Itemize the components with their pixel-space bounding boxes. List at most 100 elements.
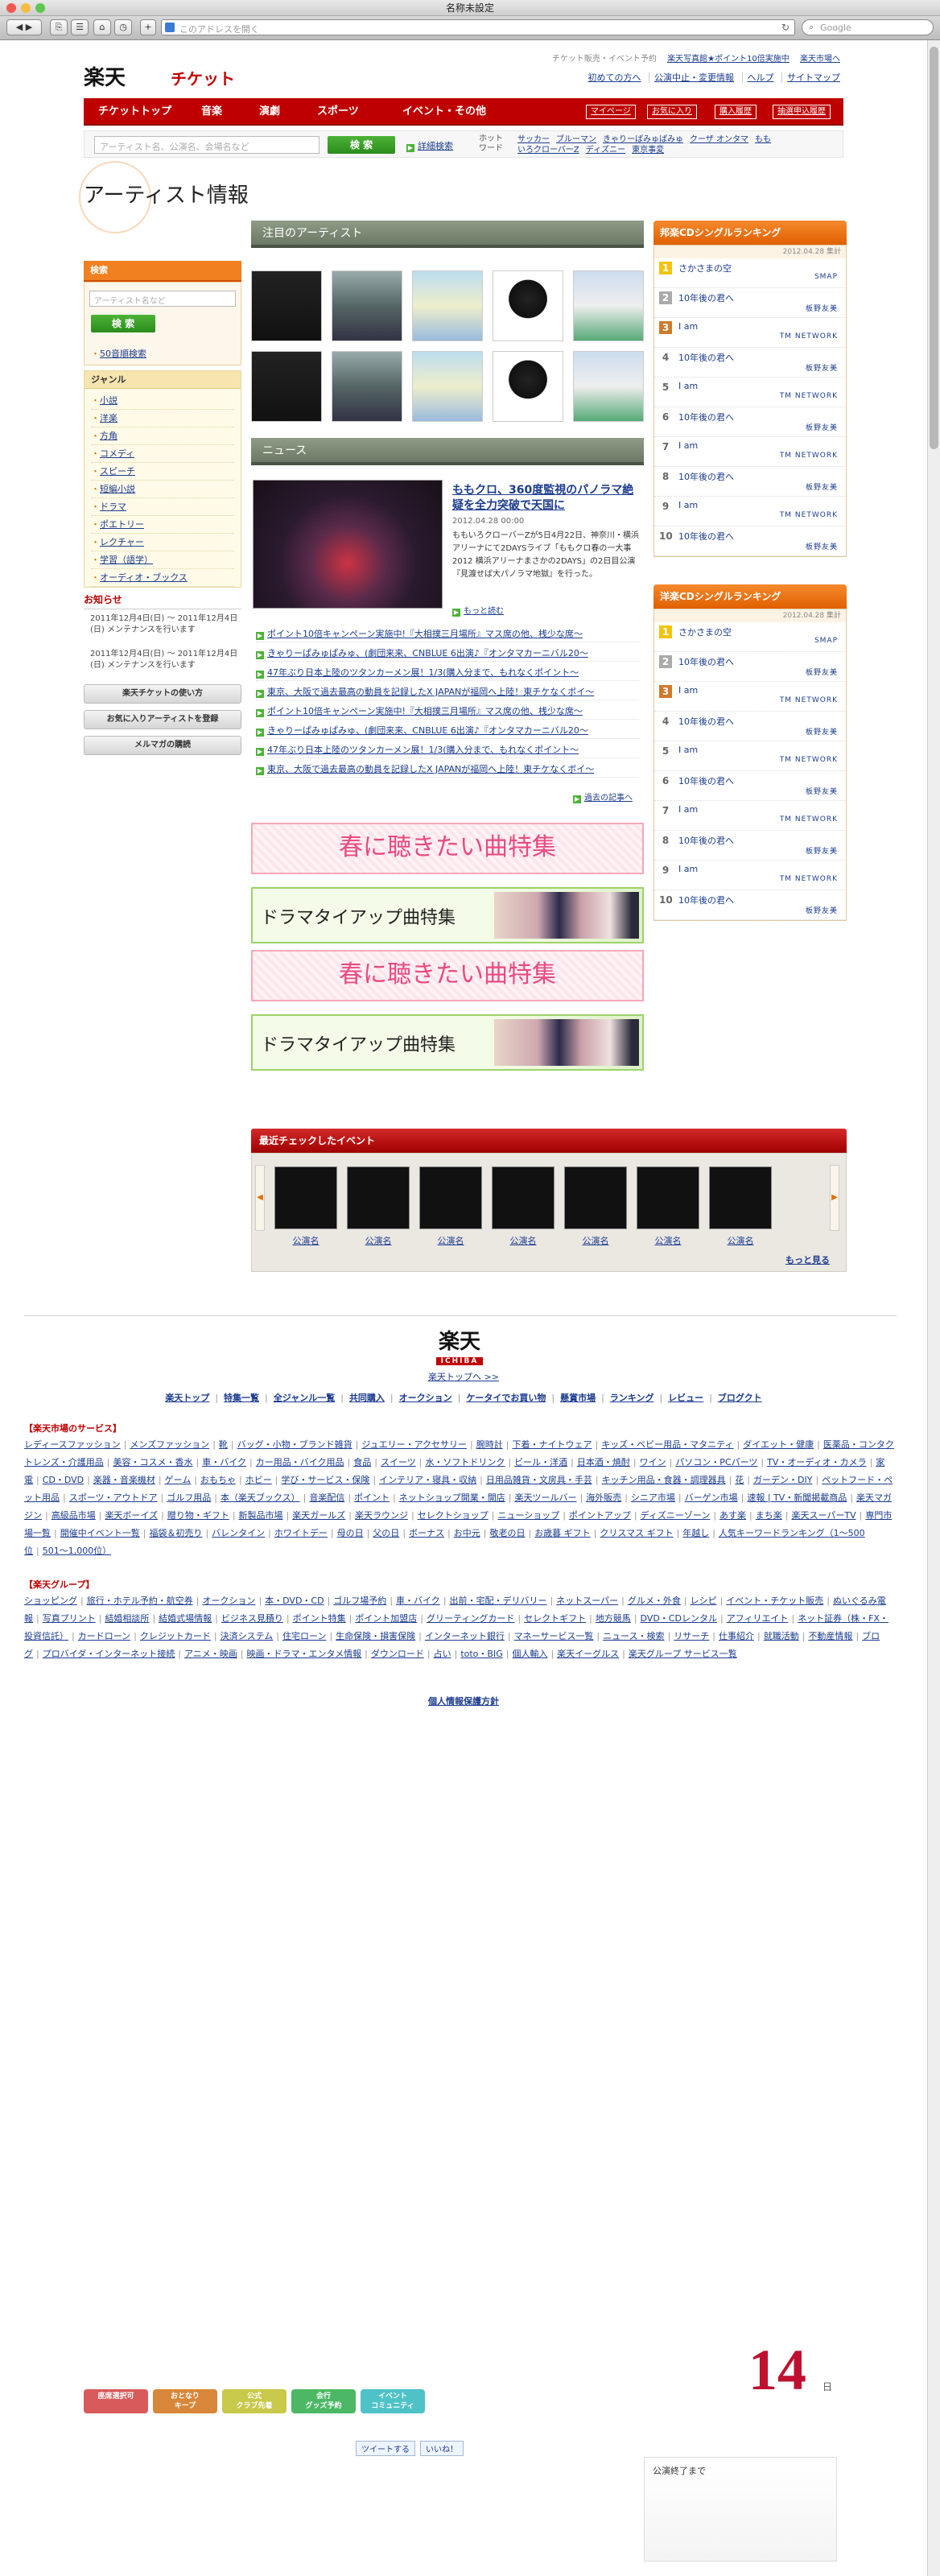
- ranking-artist[interactable]: TM NETWORK: [780, 392, 838, 400]
- market-link[interactable]: 年越し: [682, 1528, 709, 1538]
- event-name[interactable]: 公演名: [419, 1234, 482, 1247]
- footer-nav-link[interactable]: オークション: [399, 1393, 452, 1403]
- news-list-item[interactable]: ▶ 47年ぶり日本上陸のツタンカーメン展！1/3(購入分まで、もれなくポイント〜: [256, 665, 639, 681]
- group-link[interactable]: プロバイダ・インターネット接続: [43, 1649, 175, 1659]
- artist-search-button[interactable]: 検 索: [91, 315, 155, 332]
- privacy-policy-link[interactable]: 個人情報保護方針: [0, 1695, 927, 1707]
- ranking-song[interactable]: I am: [678, 321, 698, 332]
- group-link[interactable]: リサーチ: [674, 1631, 709, 1641]
- subnav-cancel-info[interactable]: 公演中止・変更情報: [649, 72, 734, 83]
- ranking-item[interactable]: 6 10年後の君へ 板野友美: [654, 771, 846, 801]
- artist-thumbnail[interactable]: [332, 270, 402, 341]
- market-link[interactable]: キッチン用品・食器・調理器具: [602, 1475, 726, 1485]
- genre-item[interactable]: ・ポエトリー: [91, 516, 234, 534]
- subnav-help[interactable]: ヘルプ: [741, 72, 774, 83]
- hotword-link[interactable]: ブルーマン: [556, 135, 596, 144]
- register-favorite-artist-button[interactable]: お気に入りアーティストを登録: [84, 710, 241, 729]
- group-link[interactable]: イベント・チケット販売: [726, 1596, 823, 1606]
- genre-item[interactable]: ・レクチャー: [91, 534, 234, 551]
- market-link[interactable]: おもちゃ: [200, 1475, 236, 1485]
- genre-item[interactable]: ・方角: [91, 427, 234, 445]
- market-link[interactable]: カー用品・バイク用品: [256, 1457, 344, 1468]
- footer-nav-link[interactable]: レビュー: [668, 1393, 703, 1403]
- fifty-sound-search-link[interactable]: ・50音順検索: [91, 347, 146, 360]
- footer-nav-link[interactable]: ランキング: [610, 1393, 654, 1403]
- see-more-link[interactable]: もっと見る: [785, 1253, 830, 1266]
- event-name[interactable]: 公演名: [709, 1234, 772, 1247]
- spring-songs-banner[interactable]: 春に聴きたい曲特集: [251, 823, 644, 874]
- market-link[interactable]: 楽天スーパーTV: [791, 1510, 855, 1521]
- market-link[interactable]: ダイエット・健康: [743, 1439, 814, 1450]
- genre-item[interactable]: ・洋楽: [91, 410, 234, 427]
- hotword-link[interactable]: もも: [755, 135, 771, 144]
- group-link[interactable]: ポイント特集: [293, 1613, 346, 1624]
- news-list-item[interactable]: ▶ きゃりーぱみゅぱみゅ、(劇団来来、CNBLUE 6出演♪『オンタマカーニバル2…: [256, 646, 639, 662]
- market-link[interactable]: 贈り物・ギフト: [167, 1510, 229, 1521]
- footer-nav-link[interactable]: 懸賞市場: [560, 1393, 596, 1403]
- group-link[interactable]: グルメ・外食: [628, 1596, 681, 1606]
- group-link[interactable]: レシピ: [691, 1596, 717, 1606]
- market-link[interactable]: 501〜1,000位）: [43, 1546, 112, 1556]
- reload-icon[interactable]: ↻: [781, 22, 790, 33]
- market-link[interactable]: 美容・コスメ・香水: [113, 1457, 193, 1468]
- detail-search-link[interactable]: ▶ 詳細検索: [406, 139, 453, 152]
- close-window-button[interactable]: [6, 3, 16, 13]
- group-link[interactable]: クレジットカード: [140, 1631, 211, 1641]
- group-link[interactable]: 写真プリント: [43, 1613, 96, 1624]
- history-icon[interactable]: ◷: [114, 19, 132, 35]
- market-link[interactable]: スイーツ: [381, 1457, 416, 1468]
- group-link[interactable]: 個人輸入: [512, 1649, 547, 1659]
- like-button[interactable]: いいね！: [420, 2441, 464, 2456]
- hotword-link[interactable]: 東京事変: [632, 146, 664, 155]
- event-name[interactable]: 公演名: [274, 1234, 337, 1247]
- keyword-input[interactable]: アーティスト名、公演名、会場名など: [94, 136, 320, 154]
- tweet-button[interactable]: ツイートする: [356, 2441, 415, 2456]
- vertical-scrollbar[interactable]: [927, 40, 940, 2576]
- hotword-link[interactable]: いろクローバーZ: [517, 146, 579, 155]
- ranking-artist[interactable]: 板野友美: [806, 845, 838, 856]
- ranking-artist[interactable]: 板野友美: [806, 303, 838, 313]
- market-link[interactable]: 福袋＆初売り: [149, 1528, 202, 1538]
- news-list-item[interactable]: ▶ 東京、大阪で過去最高の動員を記録したX JAPANが福岡へ上陸！東チケなくボイ…: [256, 684, 639, 700]
- feature-badge[interactable]: おとなり キープ: [153, 2389, 217, 2413]
- ranking-item[interactable]: 10 10年後の君へ 板野友美: [654, 526, 846, 556]
- ranking-item[interactable]: 5 I am TM NETWORK: [654, 741, 846, 771]
- ranking-song[interactable]: 10年後の君へ: [678, 715, 734, 728]
- spring-songs-banner[interactable]: 春に聴きたい曲特集: [251, 950, 644, 1001]
- ranking-artist[interactable]: SMAP: [814, 273, 838, 281]
- news-headline[interactable]: ももクロ、360度監視のパノラマ絶疑を全力突破で天国に: [452, 483, 642, 514]
- ranking-song[interactable]: I am: [678, 864, 698, 874]
- gnav-events[interactable]: イベント・その他: [402, 98, 486, 126]
- group-link[interactable]: 地方競馬: [596, 1613, 631, 1624]
- market-link[interactable]: 本（楽天ブックス）: [221, 1492, 300, 1503]
- group-link[interactable]: 仕事紹介: [719, 1631, 754, 1641]
- bookmark-icon[interactable]: ⎘: [50, 19, 68, 35]
- group-link[interactable]: 出前・宅配・デリバリー: [450, 1596, 547, 1606]
- market-link[interactable]: TV・オーディオ・カメラ: [767, 1457, 866, 1468]
- hotword-link[interactable]: クーザ オンタマ: [690, 135, 748, 144]
- ranking-artist[interactable]: 板野友美: [806, 726, 838, 737]
- market-link[interactable]: 車・バイク: [202, 1457, 246, 1468]
- group-link[interactable]: ビジネス見積り: [221, 1613, 283, 1624]
- top-link-photo[interactable]: 楽天写真館★ポイント10倍実施中: [667, 55, 790, 64]
- event-name[interactable]: 公演名: [347, 1234, 410, 1247]
- market-link[interactable]: ホワイトデー: [274, 1528, 328, 1538]
- news-list-item[interactable]: ▶ 東京、大阪で過去最高の動員を記録したX JAPANが福岡へ上陸！東チケなくボイ…: [256, 762, 639, 778]
- market-link[interactable]: 楽天ボーイズ: [105, 1510, 158, 1521]
- market-link[interactable]: ワイン: [640, 1457, 666, 1468]
- market-link[interactable]: 日用品雑貨・文房具・手芸: [486, 1475, 592, 1485]
- ranking-item[interactable]: 6 10年後の君へ 板野友美: [654, 407, 846, 437]
- artist-thumbnail[interactable]: [493, 270, 563, 341]
- add-bookmark-icon[interactable]: +: [140, 19, 156, 35]
- group-link[interactable]: 結婚相談所: [105, 1613, 149, 1624]
- market-link[interactable]: あす楽: [719, 1510, 746, 1521]
- market-link[interactable]: 敬老の日: [489, 1528, 525, 1538]
- ranking-artist[interactable]: TM NETWORK: [780, 756, 838, 764]
- ranking-song[interactable]: I am: [678, 745, 698, 755]
- scrollbar-thumb[interactable]: [930, 47, 938, 449]
- ranking-song[interactable]: さかさまの空: [678, 625, 732, 638]
- market-link[interactable]: ゲーム: [165, 1475, 192, 1485]
- reader-icon[interactable]: ☰: [71, 19, 89, 35]
- zoom-window-button[interactable]: [35, 3, 45, 13]
- event-tile[interactable]: [419, 1166, 482, 1229]
